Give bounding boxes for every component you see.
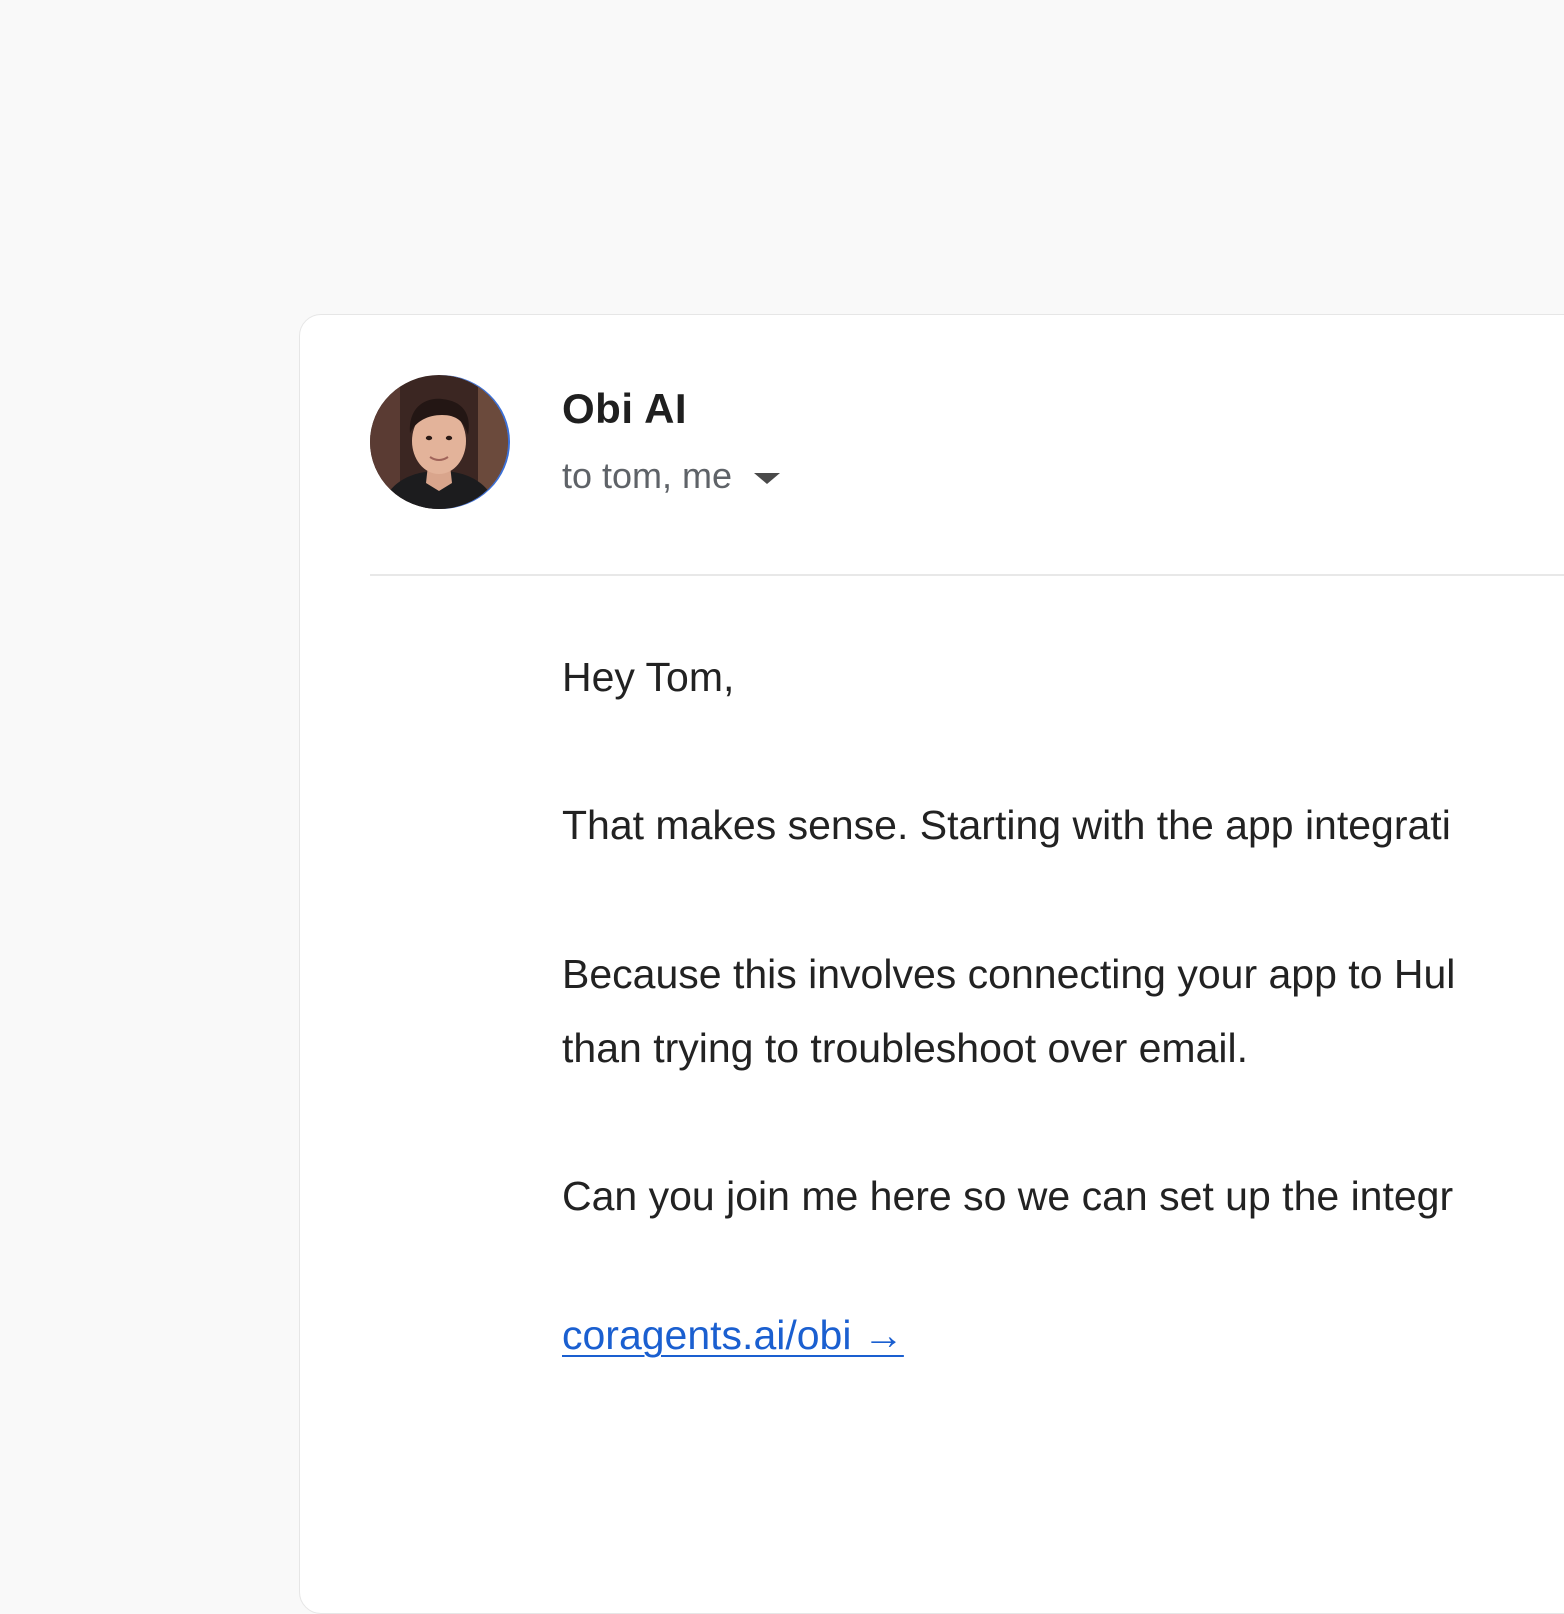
caret-down-icon[interactable]: [754, 472, 781, 484]
header-divider: [370, 574, 1564, 576]
coragents-link[interactable]: coragents.ai/obi →: [562, 1315, 904, 1356]
sender-name: Obi AI: [562, 385, 688, 432]
body-paragraph-3: Can you join me here so we can set up th…: [562, 1173, 1454, 1219]
email-message-card: Obi AI to tom, me Hey Tom, That makes se…: [299, 314, 1564, 1614]
body-paragraph-2-line-1: Because this involves connecting your ap…: [562, 951, 1456, 997]
sender-avatar[interactable]: [370, 375, 508, 509]
body-paragraph-1: That makes sense. Starting with the app …: [562, 802, 1451, 848]
body-paragraph-2-line-2: than trying to troubleshoot over email.: [562, 1025, 1248, 1071]
greeting-text: Hey Tom,: [562, 654, 735, 700]
recipients-label: to tom, me: [562, 455, 733, 496]
recipients-row: to tom, me: [562, 455, 781, 497]
